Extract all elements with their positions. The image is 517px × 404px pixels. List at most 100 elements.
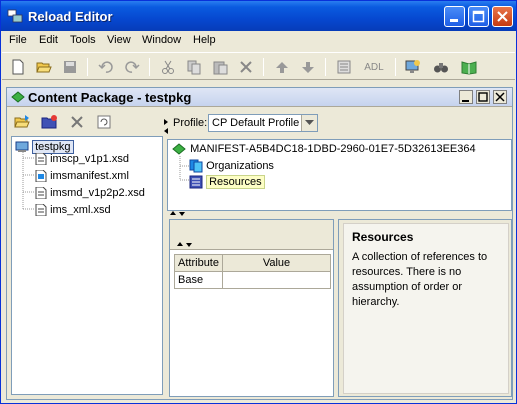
maximize-button[interactable] (468, 6, 489, 27)
attribute-value-cell[interactable] (222, 271, 331, 289)
tree-node-manifest[interactable]: MANIFEST-A5B4DC18-1DBD-2960-01E7-5D32613… (171, 143, 476, 155)
table-header-row: Attribute Value (174, 254, 331, 272)
paste-icon (213, 61, 228, 75)
close-button[interactable] (492, 6, 513, 27)
column-header-attribute[interactable]: Attribute (174, 254, 223, 272)
collapse-arrows-icon (170, 211, 185, 216)
toolbar-separator (395, 58, 396, 76)
menu-tools[interactable]: Tools (70, 34, 96, 46)
file-tree-toolbar (7, 109, 163, 135)
collapse-arrows-icon (177, 242, 192, 247)
toolbar-separator (325, 58, 326, 76)
resources-icon (189, 175, 203, 189)
tree-node-file[interactable]: ims_xml.xsd (35, 203, 111, 217)
open-folder-icon (14, 115, 30, 128)
panel-minimize-button[interactable] (459, 90, 473, 104)
description-text: A collection of references to resources.… (352, 251, 488, 308)
cut-button[interactable] (158, 57, 178, 77)
minimize-button[interactable] (444, 6, 465, 27)
horizontal-splitter[interactable] (167, 211, 512, 217)
xml-file-icon (35, 169, 47, 183)
close-icon (497, 11, 508, 22)
attribute-name-cell[interactable]: Base (174, 271, 223, 289)
copy-icon (187, 60, 201, 75)
tree-node-label: MANIFEST-A5B4DC18-1DBD-2960-01E7-5D32613… (190, 143, 476, 155)
open-button[interactable] (34, 57, 54, 77)
title-bar[interactable]: Reload Editor (1, 1, 516, 31)
file-icon (35, 186, 47, 200)
maximize-icon (478, 92, 488, 102)
file-icon (35, 152, 47, 166)
properties-button[interactable] (334, 57, 354, 77)
move-down-button[interactable] (298, 57, 318, 77)
attributes-panel: Attribute Value Base (169, 219, 334, 397)
package-icon (11, 91, 25, 103)
menu-file[interactable]: File (9, 34, 27, 46)
refresh-button[interactable] (94, 112, 114, 132)
menu-bar: File Edit Tools View Window Help (2, 31, 515, 50)
content-package-title: Content Package - testpkg (28, 90, 192, 105)
menu-window[interactable]: Window (142, 34, 181, 46)
app-icon (7, 9, 23, 23)
new-file-icon (12, 59, 24, 75)
chevron-down-icon (305, 120, 314, 125)
new-folder-button[interactable] (40, 112, 60, 132)
search-button[interactable] (431, 57, 451, 77)
delete-icon (71, 116, 83, 128)
redo-button[interactable] (122, 57, 142, 77)
profile-label: Profile: (173, 117, 208, 129)
save-icon (64, 61, 76, 73)
tree-node-file[interactable]: imsmd_v1p2p2.xsd (35, 186, 145, 200)
tree-node-label: imsmanifest.xml (50, 170, 129, 182)
help-button[interactable] (459, 57, 479, 77)
menu-help[interactable]: Help (193, 34, 216, 46)
panel-maximize-button[interactable] (476, 90, 490, 104)
panel-close-button[interactable] (493, 90, 507, 104)
attributes-header (170, 220, 333, 250)
delete-file-button[interactable] (67, 112, 87, 132)
toolbar-separator (149, 58, 150, 76)
column-header-value[interactable]: Value (222, 254, 331, 272)
content-package-title-bar[interactable]: Content Package - testpkg (7, 88, 512, 107)
list-icon (337, 60, 351, 74)
description-title: Resources (352, 230, 414, 244)
profile-dropdown[interactable]: CP Default Profile (208, 114, 318, 132)
menu-edit[interactable]: Edit (39, 34, 58, 46)
minimize-icon (462, 100, 469, 102)
binoculars-icon (434, 63, 448, 73)
toolbar-separator (263, 58, 264, 76)
save-button[interactable] (60, 57, 80, 77)
tree-node-organizations[interactable]: Organizations (189, 159, 274, 173)
attributes-table: Attribute Value Base (174, 254, 331, 289)
tree-node-label: Organizations (206, 159, 274, 172)
import-button[interactable] (13, 112, 33, 132)
undo-button[interactable] (96, 57, 116, 77)
delete-button[interactable] (236, 57, 256, 77)
tree-node-label: Resources (206, 174, 265, 189)
tree-node-testpkg[interactable]: testpkg (15, 140, 74, 154)
preview-button[interactable] (403, 57, 423, 77)
redo-icon (125, 61, 140, 73)
file-tree: testpkg imscp_v1p1.xsd imsmanifest.xml i… (11, 136, 163, 395)
close-icon (495, 92, 505, 102)
copy-button[interactable] (184, 57, 204, 77)
cut-icon (162, 60, 174, 74)
tree-node-file[interactable]: imsmanifest.xml (35, 169, 129, 183)
table-row[interactable]: Base (174, 271, 331, 289)
computer-icon (15, 141, 29, 153)
paste-button[interactable] (210, 57, 230, 77)
dropdown-arrow[interactable] (301, 115, 317, 131)
monitor-icon (405, 60, 420, 73)
menu-view[interactable]: View (107, 34, 131, 46)
tree-node-file[interactable]: imscp_v1p1.xsd (35, 152, 129, 166)
undo-icon (98, 61, 113, 73)
tree-node-resources[interactable]: Resources (189, 174, 265, 189)
adl-button[interactable]: ADL (360, 57, 388, 77)
new-button[interactable] (8, 57, 28, 77)
manifest-tree: MANIFEST-A5B4DC18-1DBD-2960-01E7-5D32613… (167, 139, 512, 211)
move-up-button[interactable] (272, 57, 292, 77)
minimize-icon (450, 19, 458, 22)
tree-node-label: ims_xml.xsd (50, 204, 111, 216)
profile-value: CP Default Profile (212, 117, 300, 129)
folder-add-icon (41, 115, 57, 129)
